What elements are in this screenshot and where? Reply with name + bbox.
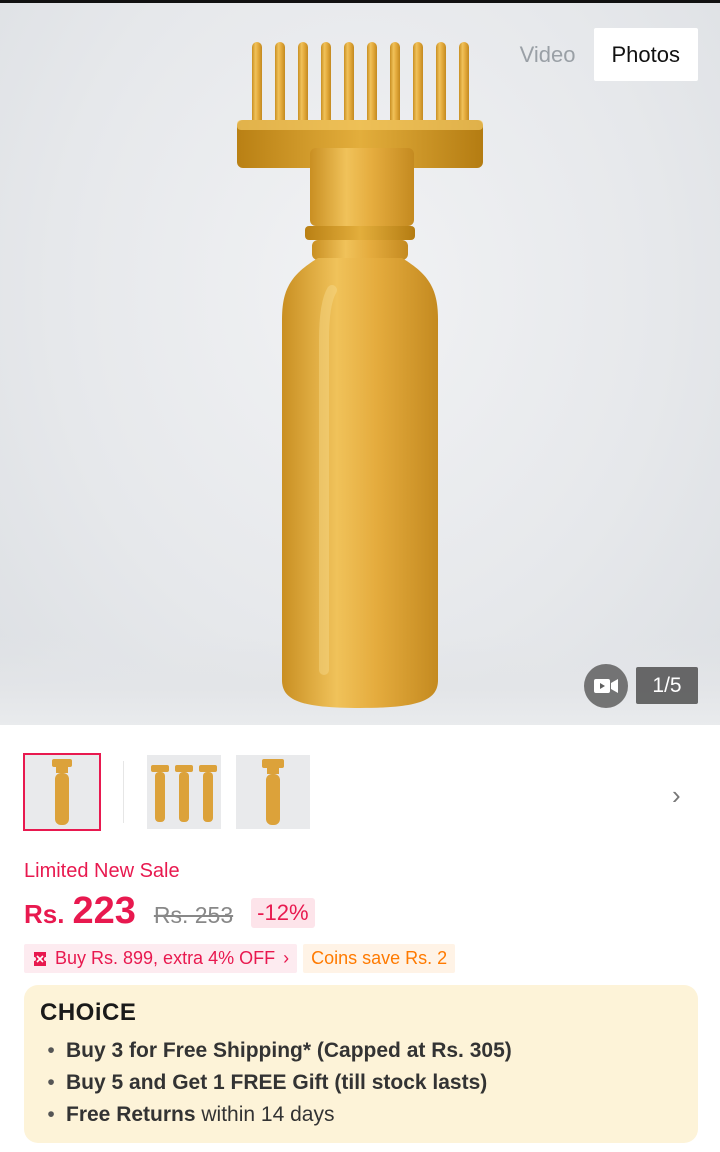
video-camera-icon [594,679,618,693]
list-item: Buy 5 and Get 1 FREE Gift (till stock la… [40,1067,682,1099]
chevron-right-icon[interactable]: › [672,780,681,811]
sale-label: Limited New Sale [24,860,180,882]
currency: Rs. [24,899,65,929]
thumbnail-divider [123,761,124,823]
thumbnail-image [151,765,217,822]
discount-badge: -12% [251,898,315,928]
thumbnail-strip: › [0,725,720,855]
list-item: Free Returns within 14 days [40,1099,682,1131]
original-price: Rs. 253 [153,902,234,928]
tab-video[interactable]: Video [502,28,594,81]
chevron-right-icon: › [283,948,290,968]
status-bar-edge [0,0,720,3]
thumbnail-image [262,759,284,825]
thumbnail-3[interactable] [236,755,310,829]
choice-logo: CHOiCE [40,999,137,1026]
media-tabs: Video Photos [502,28,698,81]
image-counter: 1/5 [636,667,698,704]
coupon-icon [34,951,46,966]
current-price: 223 [72,890,136,932]
choice-benefits-card[interactable]: CHOiCE Buy 3 for Free Shipping* (Capped … [24,985,698,1143]
tab-photos[interactable]: Photos [593,28,698,81]
thumbnail-1[interactable] [23,753,101,831]
thumbnail-image [52,759,72,825]
product-image [237,42,483,708]
price-row: Rs. 223 Rs. 253 -12% [24,890,315,933]
video-play-button[interactable] [584,664,628,708]
product-image-gallery[interactable]: Video Photos 1/5 [0,0,720,725]
promo-row: Buy Rs. 899, extra 4% OFF › Coins save R… [24,944,456,973]
coins-badge[interactable]: Coins save Rs. 2 [303,944,456,973]
store-offer-button[interactable]: Buy Rs. 899, extra 4% OFF › [24,944,298,973]
thumbnail-2[interactable] [147,755,221,829]
choice-benefits-list: Buy 3 for Free Shipping* (Capped at Rs. … [40,1035,682,1131]
offer-text: Buy Rs. 899, extra 4% OFF [55,948,276,968]
list-item: Buy 3 for Free Shipping* (Capped at Rs. … [40,1035,682,1067]
